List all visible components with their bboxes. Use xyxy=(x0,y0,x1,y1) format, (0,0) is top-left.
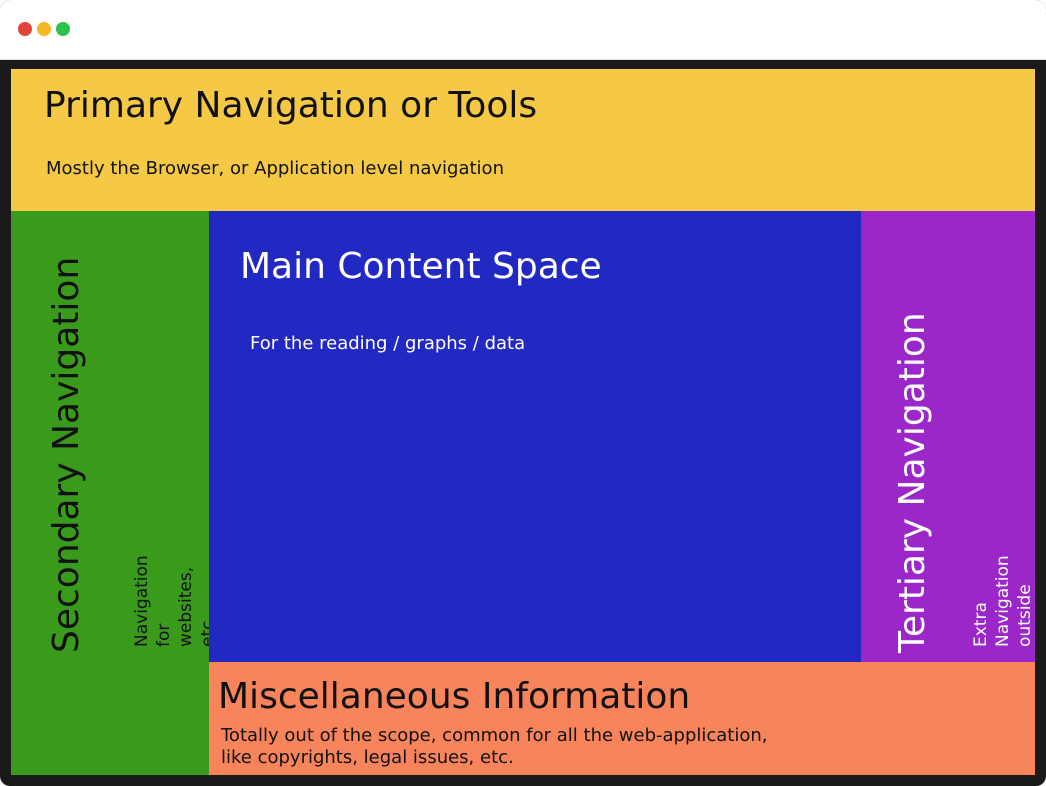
tertiary-navigation-region: Tertiary Navigation Extra Navigation out… xyxy=(861,211,1035,662)
primary-navigation-region: Primary Navigation or Tools Mostly the B… xyxy=(11,69,1035,211)
primary-navigation-title: Primary Navigation or Tools xyxy=(44,85,538,126)
miscellaneous-information-region: Miscellaneous Information Totally out of… xyxy=(209,662,1035,775)
secondary-navigation-title: Secondary Navigation xyxy=(46,256,87,653)
main-content-region: Main Content Space For the reading / gra… xyxy=(209,211,861,662)
main-content-description: For the reading / graphs / data xyxy=(250,333,526,354)
primary-navigation-description: Mostly the Browser, or Application level… xyxy=(46,158,504,179)
minimize-window-icon[interactable] xyxy=(37,22,51,36)
secondary-navigation-description: Navigation for websites, etc Specific to… xyxy=(132,555,209,647)
window-titlebar xyxy=(0,0,1046,60)
tertiary-navigation-description: Extra Navigation outside the content sco… xyxy=(971,555,1035,647)
maximize-window-icon[interactable] xyxy=(56,22,70,36)
miscellaneous-information-description: Totally out of the scope, common for all… xyxy=(221,725,768,768)
browser-window: Primary Navigation or Tools Mostly the B… xyxy=(0,0,1046,786)
tertiary-navigation-title: Tertiary Navigation xyxy=(892,312,933,653)
close-window-icon[interactable] xyxy=(18,22,32,36)
secondary-navigation-region: Secondary Navigation Navigation for webs… xyxy=(11,211,209,775)
miscellaneous-information-title: Miscellaneous Information xyxy=(218,676,691,717)
main-content-title: Main Content Space xyxy=(240,246,602,287)
